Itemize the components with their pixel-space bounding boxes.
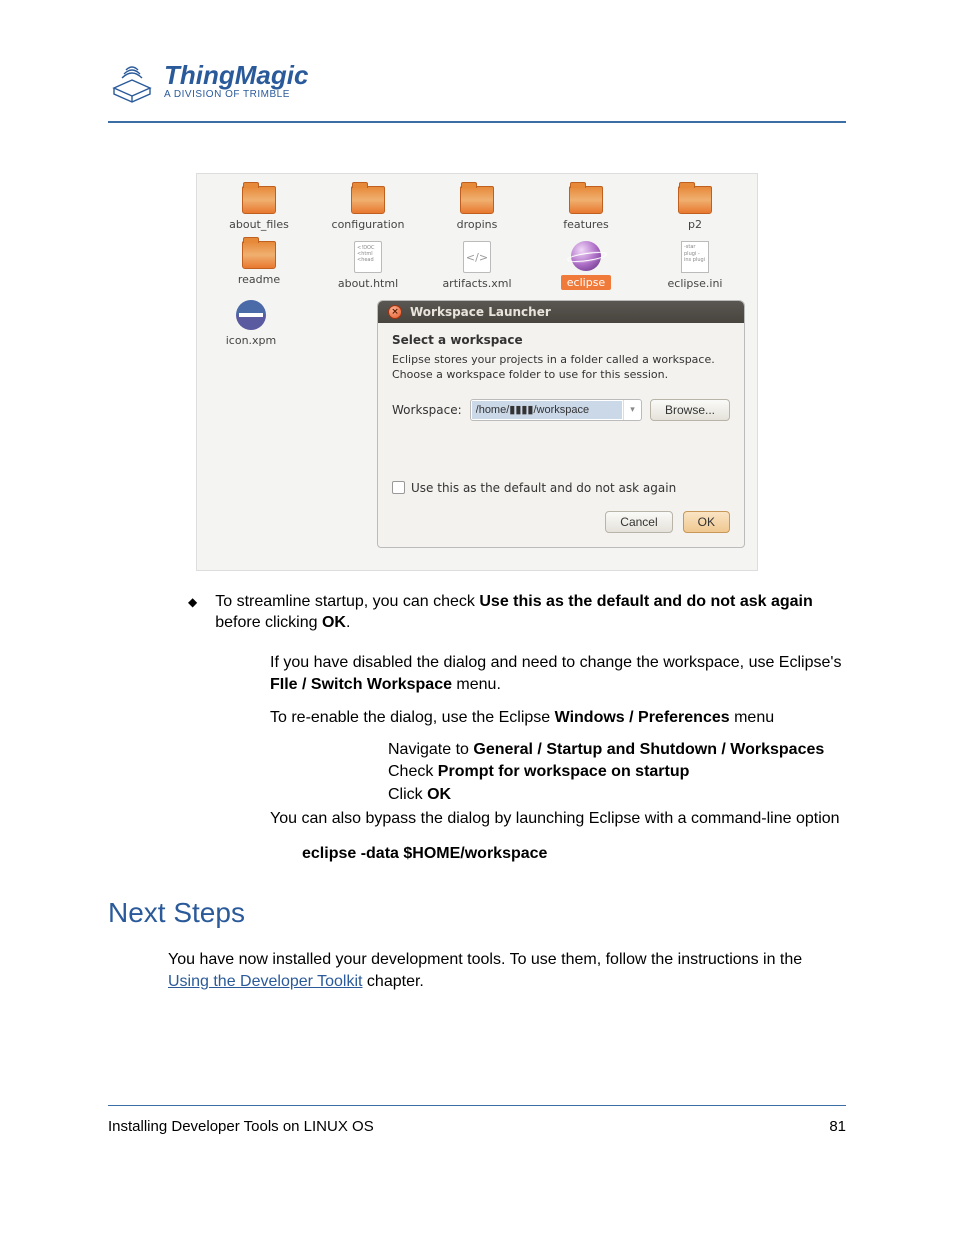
bullet-item: ◆ To streamline startup, you can check U…	[188, 591, 846, 634]
close-icon[interactable]: ×	[388, 305, 402, 319]
browse-button[interactable]: Browse...	[650, 399, 730, 421]
logo: ThingMagic A DIVISION OF TRIMBLE	[108, 60, 846, 113]
bullet-icon: ◆	[188, 591, 197, 634]
paragraph: To re-enable the dialog, use the Eclipse…	[270, 707, 846, 729]
xpm-file-icon	[236, 300, 266, 330]
dialog-subtitle: Select a workspace	[392, 333, 730, 347]
default-checkbox[interactable]	[392, 481, 405, 494]
workspace-combo[interactable]: ▾	[470, 399, 642, 421]
xml-file-icon: </>	[463, 241, 491, 273]
next-steps-body: You have now installed your development …	[168, 949, 846, 994]
page-number: 81	[829, 1118, 846, 1135]
workspace-label: Workspace:	[392, 403, 462, 417]
folder-icon	[460, 186, 494, 214]
workspace-launcher-dialog: × Workspace Launcher Select a workspace …	[377, 300, 745, 548]
footer-title: Installing Developer Tools on LINUX OS	[108, 1118, 374, 1135]
ok-button[interactable]: OK	[683, 511, 730, 533]
html-file-icon: <!DOC <html <head	[354, 241, 382, 273]
eclipse-app-icon	[571, 241, 601, 271]
checkbox-label: Use this as the default and do not ask a…	[411, 481, 676, 495]
page-header: ThingMagic A DIVISION OF TRIMBLE	[108, 60, 846, 123]
dialog-title: Workspace Launcher	[410, 305, 551, 319]
logo-main-text: ThingMagic	[164, 60, 308, 91]
command-line: eclipse -data $HOME/workspace	[302, 845, 846, 863]
folder-icon	[678, 186, 712, 214]
folder-icon	[242, 186, 276, 214]
thingmagic-logo-icon	[108, 60, 156, 113]
folder-icon	[351, 186, 385, 214]
ini-file-icon: -star plugi -ins plugi	[681, 241, 709, 273]
screenshot-eclipse-folder: about_files configuration dropins featur…	[196, 173, 758, 571]
paragraph: If you have disabled the dialog and need…	[270, 652, 846, 697]
page-footer: Installing Developer Tools on LINUX OS 8…	[108, 1105, 846, 1135]
next-steps-heading: Next Steps	[108, 897, 846, 929]
dropdown-arrow-icon[interactable]: ▾	[623, 400, 641, 420]
logo-sub-text: A DIVISION OF TRIMBLE	[164, 89, 308, 100]
folder-icon	[242, 241, 276, 269]
folder-icon	[569, 186, 603, 214]
paragraph: You can also bypass the dialog by launch…	[270, 808, 846, 830]
workspace-input[interactable]	[472, 401, 622, 419]
toolkit-link[interactable]: Using the Developer Toolkit	[168, 973, 362, 990]
cancel-button[interactable]: Cancel	[605, 511, 672, 533]
nav-instructions: Navigate to General / Startup and Shutdo…	[388, 739, 846, 806]
